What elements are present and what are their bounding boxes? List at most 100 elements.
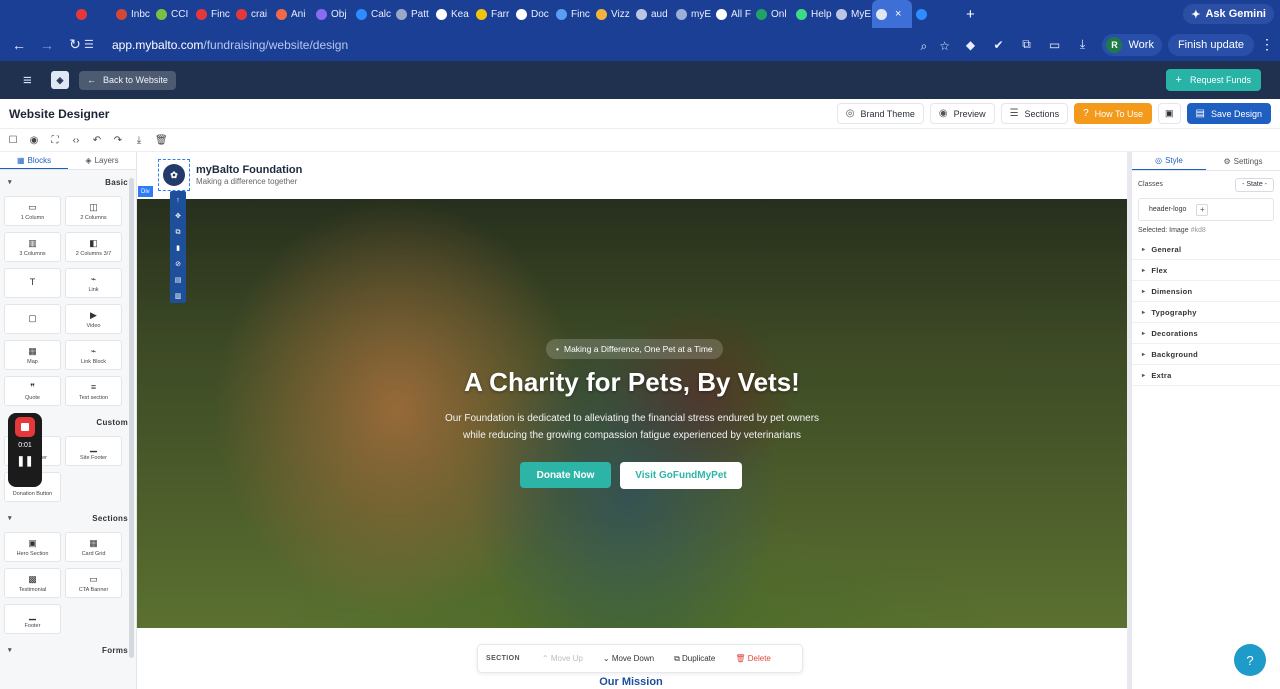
browser-tab[interactable]: Inbc	[112, 0, 152, 28]
block-item[interactable]: ▭ 1 Column	[4, 196, 61, 226]
header-logo[interactable]: ✿	[158, 159, 190, 191]
request-funds-button[interactable]: + Request Funds	[1165, 69, 1261, 91]
address-bar[interactable]: ☰ app.mybalto.com/fundraising/website/de…	[84, 32, 964, 57]
browser-tab[interactable]: MyE	[832, 0, 872, 28]
tab-style[interactable]: ◎ Style	[1132, 152, 1206, 170]
site-info-icon[interactable]: ☰	[84, 38, 98, 52]
block-item[interactable]: ≡ Text section	[65, 376, 122, 406]
browser-tab[interactable]: Farr	[472, 0, 512, 28]
browser-tab[interactable]: Kea	[432, 0, 472, 28]
browser-tab[interactable]: crai	[232, 0, 272, 28]
browser-tab[interactable]: Doc	[512, 0, 552, 28]
block-item[interactable]: ▶ Video	[65, 304, 122, 334]
block-item[interactable]: ▭ CTA Banner	[65, 568, 122, 598]
help-button[interactable]: ?	[1234, 644, 1266, 676]
back-to-website-button[interactable]: ← Back to Website	[79, 70, 176, 90]
move-icon[interactable]: ✥	[175, 209, 181, 225]
block-item[interactable]: ▁ Footer	[4, 604, 61, 634]
redo-icon[interactable]: ↷	[113, 135, 123, 146]
site-header[interactable]: ✿ myBalto Foundation Making a difference…	[137, 152, 1127, 199]
block-item[interactable]: ▦ Map	[4, 340, 61, 370]
browser-tab[interactable]: All F	[712, 0, 752, 28]
block-item[interactable]: ▩ Testimonial	[4, 568, 61, 598]
how-to-use-button[interactable]: ? How To Use	[1074, 103, 1152, 124]
state-select[interactable]: - State -	[1235, 177, 1274, 192]
property-group[interactable]: ▸ Dimension	[1132, 281, 1280, 302]
property-group[interactable]: ▸ Decorations	[1132, 323, 1280, 344]
close-icon[interactable]: ×	[895, 8, 901, 20]
donate-now-button[interactable]: Donate Now	[520, 462, 611, 488]
browser-tab[interactable]: myE	[672, 0, 712, 28]
extension-icon[interactable]: ◆	[959, 34, 981, 56]
code-icon[interactable]: ‹›	[71, 135, 81, 146]
browser-tab[interactable]: Ani	[272, 0, 312, 28]
tab-layers[interactable]: ◈ Layers	[68, 152, 136, 169]
brand-theme-button[interactable]: ◎ Brand Theme	[836, 103, 924, 124]
class-chip[interactable]: header-logo	[1149, 206, 1186, 213]
property-group[interactable]: ▸ Typography	[1132, 302, 1280, 323]
block-item[interactable]: ▣ Hero Section	[4, 532, 61, 562]
block-item[interactable]: ▥ 3 Columns	[4, 232, 61, 262]
profile-button[interactable]: R Work	[1102, 33, 1162, 56]
block-item[interactable]: T	[4, 268, 61, 298]
block-item[interactable]: ▦ Card Grid	[65, 532, 122, 562]
move-up-button[interactable]: ⌃ Move Up	[542, 654, 583, 663]
copy-icon[interactable]: ⧉	[176, 225, 181, 241]
add-class-button[interactable]: +	[1196, 203, 1209, 216]
property-group[interactable]: ▸ Flex	[1132, 260, 1280, 281]
database-icon[interactable]: ▥	[175, 289, 182, 305]
ask-gemini-button[interactable]: ✦ Ask Gemini	[1183, 4, 1274, 24]
tab-blocks[interactable]: ▦ Blocks	[0, 152, 68, 169]
hero-section[interactable]: • Making a Difference, One Pet at a Time…	[137, 199, 1127, 628]
block-item[interactable]: ◧ 2 Columns 3/7	[65, 232, 122, 262]
eye-icon[interactable]: ◉	[29, 135, 39, 146]
save-design-button[interactable]: ▤ Save Design	[1186, 103, 1271, 124]
zoom-icon[interactable]: ⌕	[921, 39, 928, 54]
bookmark-star-icon[interactable]: ☆	[939, 39, 950, 54]
eye-off-icon[interactable]: ⊘	[175, 257, 181, 273]
layout-toggle-button[interactable]: ▣	[1158, 103, 1181, 124]
delete-button[interactable]: 🗑 Delete	[735, 654, 771, 663]
preview-button[interactable]: ◉ Preview	[929, 103, 995, 124]
menu-icon[interactable]: ≡	[23, 72, 37, 89]
block-item[interactable]: ◫ 2 Columns	[65, 196, 122, 226]
block-item[interactable]: ▁ Site Footer	[65, 436, 122, 466]
browser-tab[interactable]: Calc	[352, 0, 392, 28]
browser-tab[interactable]: Vizz	[592, 0, 632, 28]
design-canvas[interactable]: ✿ myBalto Foundation Making a difference…	[137, 152, 1127, 689]
puzzle-extensions-icon[interactable]: ⧉	[1015, 34, 1037, 56]
back-arrow-icon[interactable]: ←	[6, 37, 32, 53]
visit-gofundmypet-button[interactable]: Visit GoFundMyPet	[620, 462, 742, 489]
browser-tab[interactable]: Obj	[312, 0, 352, 28]
download-icon[interactable]: ⤓	[134, 135, 144, 146]
new-tab-icon[interactable]: +	[966, 6, 975, 23]
browser-tab[interactable]: aud	[632, 0, 672, 28]
browser-menu-icon[interactable]: ⋮	[1260, 36, 1274, 53]
scrollbar[interactable]	[129, 178, 134, 658]
category-header[interactable]: ▾ Forms	[0, 638, 136, 662]
show-borders-icon[interactable]: ☐	[8, 135, 18, 146]
stop-recording-button[interactable]	[15, 417, 35, 437]
fullscreen-icon[interactable]: ⛶	[50, 135, 60, 146]
block-item[interactable]: ▢	[4, 304, 61, 334]
block-item[interactable]: ❞ Quote	[4, 376, 61, 406]
move-down-button[interactable]: ⌄ Move Down	[603, 654, 654, 663]
forward-arrow-icon[interactable]: →	[34, 37, 60, 53]
browser-tab[interactable]: Finc	[192, 0, 232, 28]
browser-tab[interactable]: Onl	[752, 0, 792, 28]
tab-settings[interactable]: ⚙ Settings	[1206, 152, 1280, 170]
finish-update-button[interactable]: Finish update	[1167, 33, 1254, 56]
browser-tab[interactable]	[72, 0, 112, 28]
duplicate-button[interactable]: ⧉ Duplicate	[674, 654, 715, 664]
cast-icon[interactable]: ▭	[1043, 34, 1065, 56]
block-item[interactable]: ⌁ Link Block	[65, 340, 122, 370]
category-header[interactable]: ▾ Sections	[0, 506, 136, 530]
property-group[interactable]: ▸ General	[1132, 239, 1280, 260]
category-header[interactable]: ▾ Basic	[0, 170, 136, 194]
browser-tab[interactable]: ×	[872, 0, 912, 28]
property-group[interactable]: ▸ Background	[1132, 344, 1280, 365]
browser-tab[interactable]: Patt	[392, 0, 432, 28]
pause-icon[interactable]: ❚❚	[17, 456, 34, 467]
download-icon[interactable]: ⤓	[1071, 34, 1093, 56]
browser-tab[interactable]: Finc	[552, 0, 592, 28]
